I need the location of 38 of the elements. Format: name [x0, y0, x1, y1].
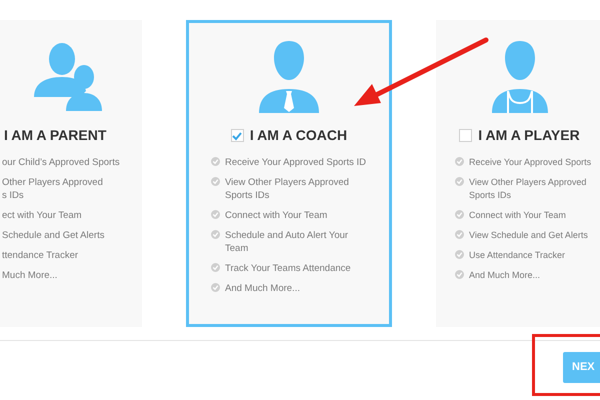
- check-circle-icon: [455, 230, 464, 239]
- feature-text: View Other Players Approved Sports IDs: [225, 176, 349, 202]
- feature-text: Schedule and Auto Alert Your Team: [225, 229, 348, 255]
- checkbox[interactable]: [459, 129, 472, 142]
- check-circle-icon: [455, 157, 464, 166]
- check-circle-icon: [455, 250, 464, 259]
- card-title: I AM A COACH: [250, 126, 348, 145]
- feature-text: And Much More...: [469, 269, 540, 282]
- role-card[interactable]: I AM A COACH Receive Your Approved Sports ID View Other Players Approved Sports IDs Connect with Your Team Schedule and Auto Alert Your Team Track Your Teams Attendance And Much More...: [186, 20, 392, 327]
- feature-text: Connect with Your Team: [469, 209, 566, 222]
- feature-text: Other Players Approved s IDs: [2, 176, 103, 202]
- role-card[interactable]: I AM A PARENT our Child’s Approved Sports Other Players Approved s IDs ect with Your Team Schedule and Get Alerts ttendance Tracker Much More...: [0, 20, 142, 327]
- checkbox[interactable]: [230, 129, 244, 142]
- check-circle-icon: [211, 283, 220, 292]
- feature-text: Track Your Teams Attendance: [225, 262, 351, 275]
- check-circle-icon: [455, 210, 464, 219]
- feature-text: Connect with Your Team: [225, 209, 328, 222]
- check-circle-icon: [211, 210, 220, 219]
- check-circle-icon: [211, 157, 220, 166]
- feature-text: View Schedule and Get Alerts: [469, 229, 588, 242]
- feature-text: View Other Players Approved Sports IDs: [469, 176, 586, 202]
- feature-text: Schedule and Get Alerts: [2, 229, 104, 242]
- feature-text: Receive Your Approved Sports ID: [225, 156, 366, 169]
- feature-text: Use Attendance Tracker: [469, 249, 566, 262]
- check-circle-icon: [455, 177, 464, 186]
- card-title: I AM A PLAYER: [478, 126, 580, 145]
- feature-text: And Much More...: [225, 282, 300, 295]
- feature-text: our Child’s Approved Sports: [2, 156, 120, 169]
- check-circle-icon: [211, 230, 220, 239]
- feature-text: ttendance Tracker: [2, 249, 78, 262]
- feature-text: Much More...: [2, 269, 58, 282]
- card-title: I AM A PARENT: [4, 126, 106, 145]
- role-card[interactable]: I AM A PLAYER Receive Your Approved Sports View Other Players Approved Sports IDs Connect with Your Team View Schedule and Get Alerts Use Attendance Tracker And Much More...: [436, 20, 600, 327]
- feature-text: ect with Your Team: [2, 209, 82, 222]
- feature-text: Receive Your Approved Sports: [469, 156, 592, 169]
- check-circle-icon: [455, 270, 464, 279]
- check-circle-icon: [211, 177, 220, 186]
- check-circle-icon: [211, 263, 220, 272]
